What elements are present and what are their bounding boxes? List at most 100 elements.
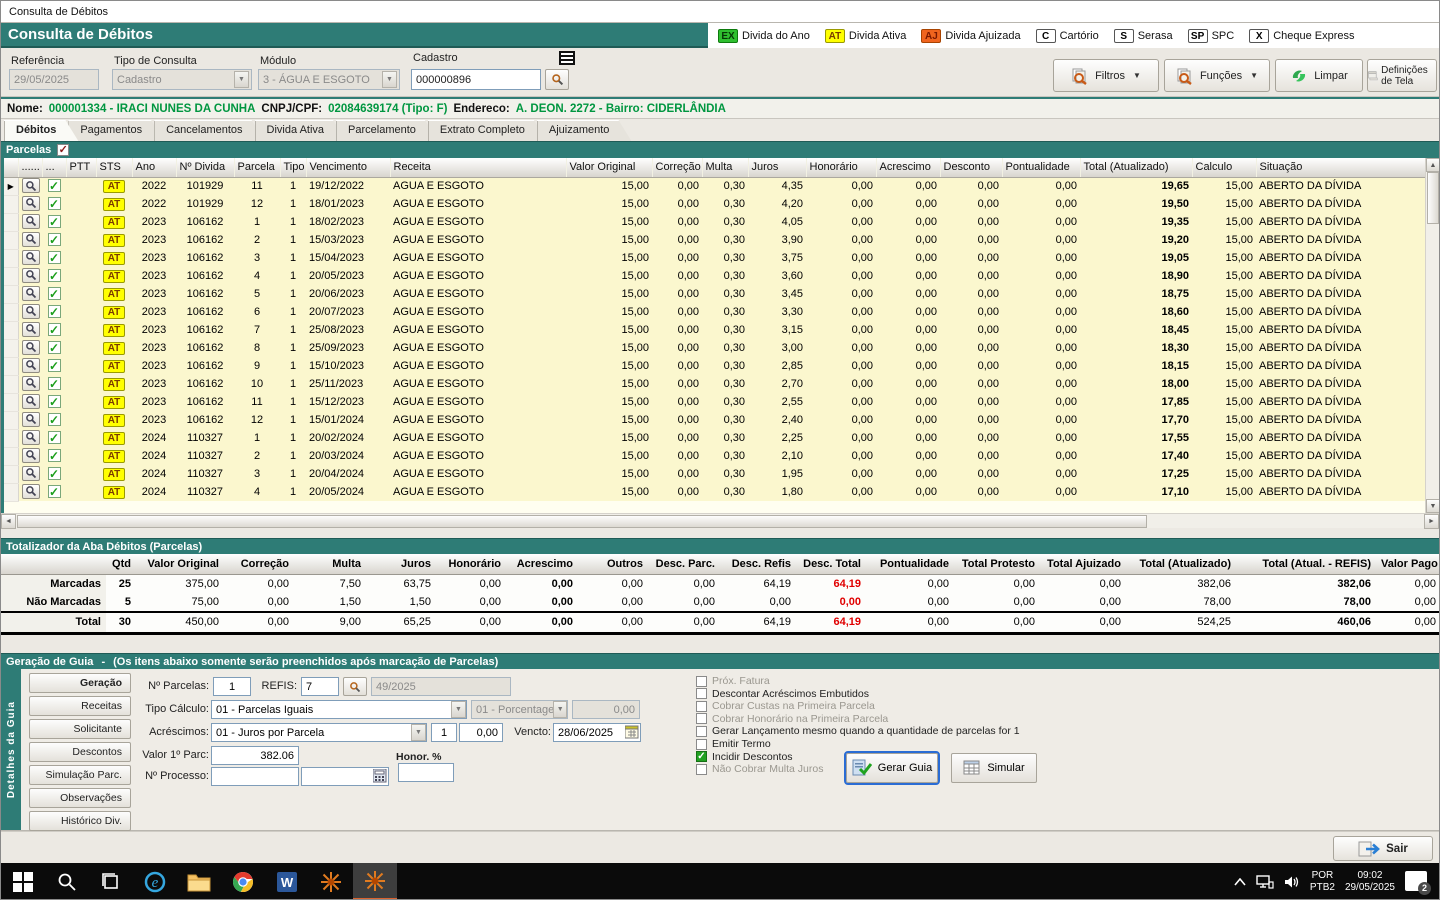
row-checkbox[interactable]: ✓ [47,359,61,372]
grid-header-cell[interactable]: Acrescimo [876,158,941,178]
gerar-guia-button[interactable]: Gerar Guia [844,751,940,785]
row-search-button[interactable] [21,465,40,481]
table-row[interactable]: ✓ AT 2023 106162 6 1 20/07/2023 AGUA E ESGOTO 15… [4,303,1427,322]
row-search-button[interactable] [21,285,40,301]
row-search-button[interactable] [21,178,40,193]
row-search-button[interactable] [21,375,40,391]
tab-débitos[interactable]: Débitos [4,120,78,141]
grid-header-cell[interactable]: Total (Atualizado) [1080,158,1193,178]
row-checkbox[interactable]: ✓ [47,431,61,444]
guia-button-hist-rico-div-[interactable]: Histórico Div. [29,811,131,831]
start-button[interactable] [1,863,45,899]
tray-chevron-icon[interactable] [1234,878,1246,886]
checkbox-icon[interactable] [696,688,707,700]
funcoes-button[interactable]: Funções ▼ [1164,59,1270,92]
simular-button[interactable]: Simular [951,753,1037,783]
row-checkbox[interactable]: ✓ [47,179,61,193]
row-search-button[interactable] [21,339,40,355]
table-row[interactable]: ✓ AT 2024 110327 2 1 20/03/2024 AGUA E ESGOTO 15… [4,447,1427,466]
table-row[interactable]: ✓ AT 2023 106162 10 1 25/11/2023 AGUA E ESGOTO 1… [4,375,1427,394]
table-row[interactable]: ✓ AT 2024 110327 3 1 20/04/2024 AGUA E ESGOTO 15… [4,465,1427,484]
calculator-icon[interactable] [373,769,387,783]
row-search-button[interactable] [21,321,40,337]
guia-checkbox-6[interactable]: Emitir Termo [696,738,771,750]
row-search-button[interactable] [21,303,40,319]
row-checkbox[interactable]: ✓ [47,251,61,264]
internet-explorer-icon[interactable]: e [133,863,177,899]
app-sistema-icon[interactable] [309,863,353,899]
valor-parc-input[interactable]: 382.06 [211,746,299,765]
table-row[interactable]: ✓ AT 2023 106162 8 1 25/09/2023 AGUA E ESGOTO 15… [4,339,1427,358]
guia-button-simula-o-parc-[interactable]: Simulação Parc. [29,765,131,785]
table-row[interactable]: ✓ AT 2023 106162 3 1 15/04/2023 AGUA E ESGOTO 15… [4,249,1427,268]
limpar-button[interactable]: Limpar [1275,59,1363,92]
row-search-button[interactable] [21,447,40,463]
row-checkbox[interactable]: ✓ [47,233,61,246]
tab-divida-ativa[interactable]: Divida Ativa [255,120,346,141]
table-row[interactable]: ✓ AT 2023 106162 7 1 25/08/2023 AGUA E ESGOTO 15… [4,321,1427,340]
row-search-button[interactable] [21,195,40,211]
row-checkbox[interactable]: ✓ [47,449,61,462]
row-search-button[interactable] [21,231,40,247]
network-icon[interactable] [1256,875,1274,889]
guia-checkbox-5[interactable]: Gerar Lançamento mesmo quando a quantida… [696,725,1020,737]
acrescimos-valor-input[interactable]: 0,00 [459,723,503,742]
scroll-left-icon[interactable]: ◄ [1,514,16,529]
table-row[interactable]: ✓ AT 2024 110327 1 1 20/02/2024 AGUA E ESGOTO 15… [4,429,1427,448]
filtros-button[interactable]: Filtros ▼ [1053,59,1159,92]
honor-input[interactable] [398,763,454,782]
grid-header-cell[interactable]: Tipo [280,158,307,178]
checkbox-icon[interactable] [696,725,707,737]
guia-button-descontos[interactable]: Descontos [29,742,131,762]
calendar-icon[interactable] [625,725,639,739]
tab-ajuizamento[interactable]: Ajuizamento [537,120,632,141]
grid-header-cell[interactable]: Multa [702,158,749,178]
scroll-down-icon[interactable]: ▼ [1426,499,1439,513]
grid-header-cell[interactable]: STS [96,158,133,178]
checkbox-icon[interactable]: ✓ [696,751,707,763]
grid-header-cell[interactable]: Nº Divida [176,158,235,178]
table-row[interactable]: ▶ ✓ AT 2022 101929 11 1 19/12/2022 AGUA E ESGOTO… [4,177,1427,196]
refis-input[interactable]: 7 [301,677,339,696]
table-row[interactable]: ✓ AT 2023 106162 2 1 15/03/2023 AGUA E ESGOTO 15… [4,231,1427,250]
grid-header-cell[interactable]: Parcela [234,158,281,178]
hscroll-thumb[interactable] [17,515,1147,528]
row-search-button[interactable] [21,267,40,283]
row-checkbox[interactable]: ✓ [47,395,61,408]
table-row[interactable]: ✓ AT 2022 101929 12 1 18/01/2023 AGUA E ESGOTO 1… [4,195,1427,214]
grid-header-cell[interactable]: Pontualidade [1002,158,1081,178]
tab-parcelamento[interactable]: Parcelamento [336,120,438,141]
word-icon[interactable]: W [265,863,309,899]
row-checkbox[interactable]: ✓ [47,467,61,480]
table-row[interactable]: ✓ AT 2023 106162 4 1 20/05/2023 AGUA E ESGOTO 15… [4,267,1427,286]
grid-header-cell[interactable]: Vencimento [306,158,391,178]
n-parcelas-input[interactable]: 1 [213,677,251,696]
guia-button-receitas[interactable]: Receitas [29,696,131,716]
row-checkbox[interactable]: ✓ [47,341,61,354]
grid-header-cell[interactable]: Correção [652,158,703,178]
row-checkbox[interactable]: ✓ [47,215,61,228]
table-row[interactable]: ✓ AT 2023 106162 5 1 20/06/2023 AGUA E ESGOTO 15… [4,285,1427,304]
scroll-up-icon[interactable]: ▲ [1426,158,1439,172]
tab-cancelamentos[interactable]: Cancelamentos [154,120,264,141]
horizontal-scrollbar[interactable]: ◄ ► [1,513,1439,529]
app-sistema-active-icon[interactable] [353,863,397,899]
row-search-button[interactable] [21,483,40,499]
refis-search-button[interactable] [343,677,367,696]
vscroll-thumb[interactable] [1427,172,1439,224]
parcelas-checkbox[interactable]: ✓ [57,144,70,156]
row-checkbox[interactable]: ✓ [47,485,61,498]
checkbox-icon[interactable] [696,738,707,750]
cadastro-input[interactable]: 000000896 [411,69,541,90]
grid-header-cell[interactable]: Desconto [940,158,1003,178]
table-row[interactable]: ✓ AT 2023 106162 9 1 15/10/2023 AGUA E ESGOTO 15… [4,357,1427,376]
sair-button[interactable]: Sair [1333,836,1433,861]
row-checkbox[interactable]: ✓ [47,323,61,336]
scroll-right-icon[interactable]: ► [1424,514,1439,529]
row-checkbox[interactable]: ✓ [47,377,61,390]
chrome-icon[interactable] [221,863,265,899]
row-search-button[interactable] [21,411,40,427]
grid-header-cell[interactable]: ... [42,158,67,178]
grid-header-cell[interactable]: Receita [390,158,567,178]
guia-checkbox-7[interactable]: ✓ Incidir Descontos [696,751,793,763]
